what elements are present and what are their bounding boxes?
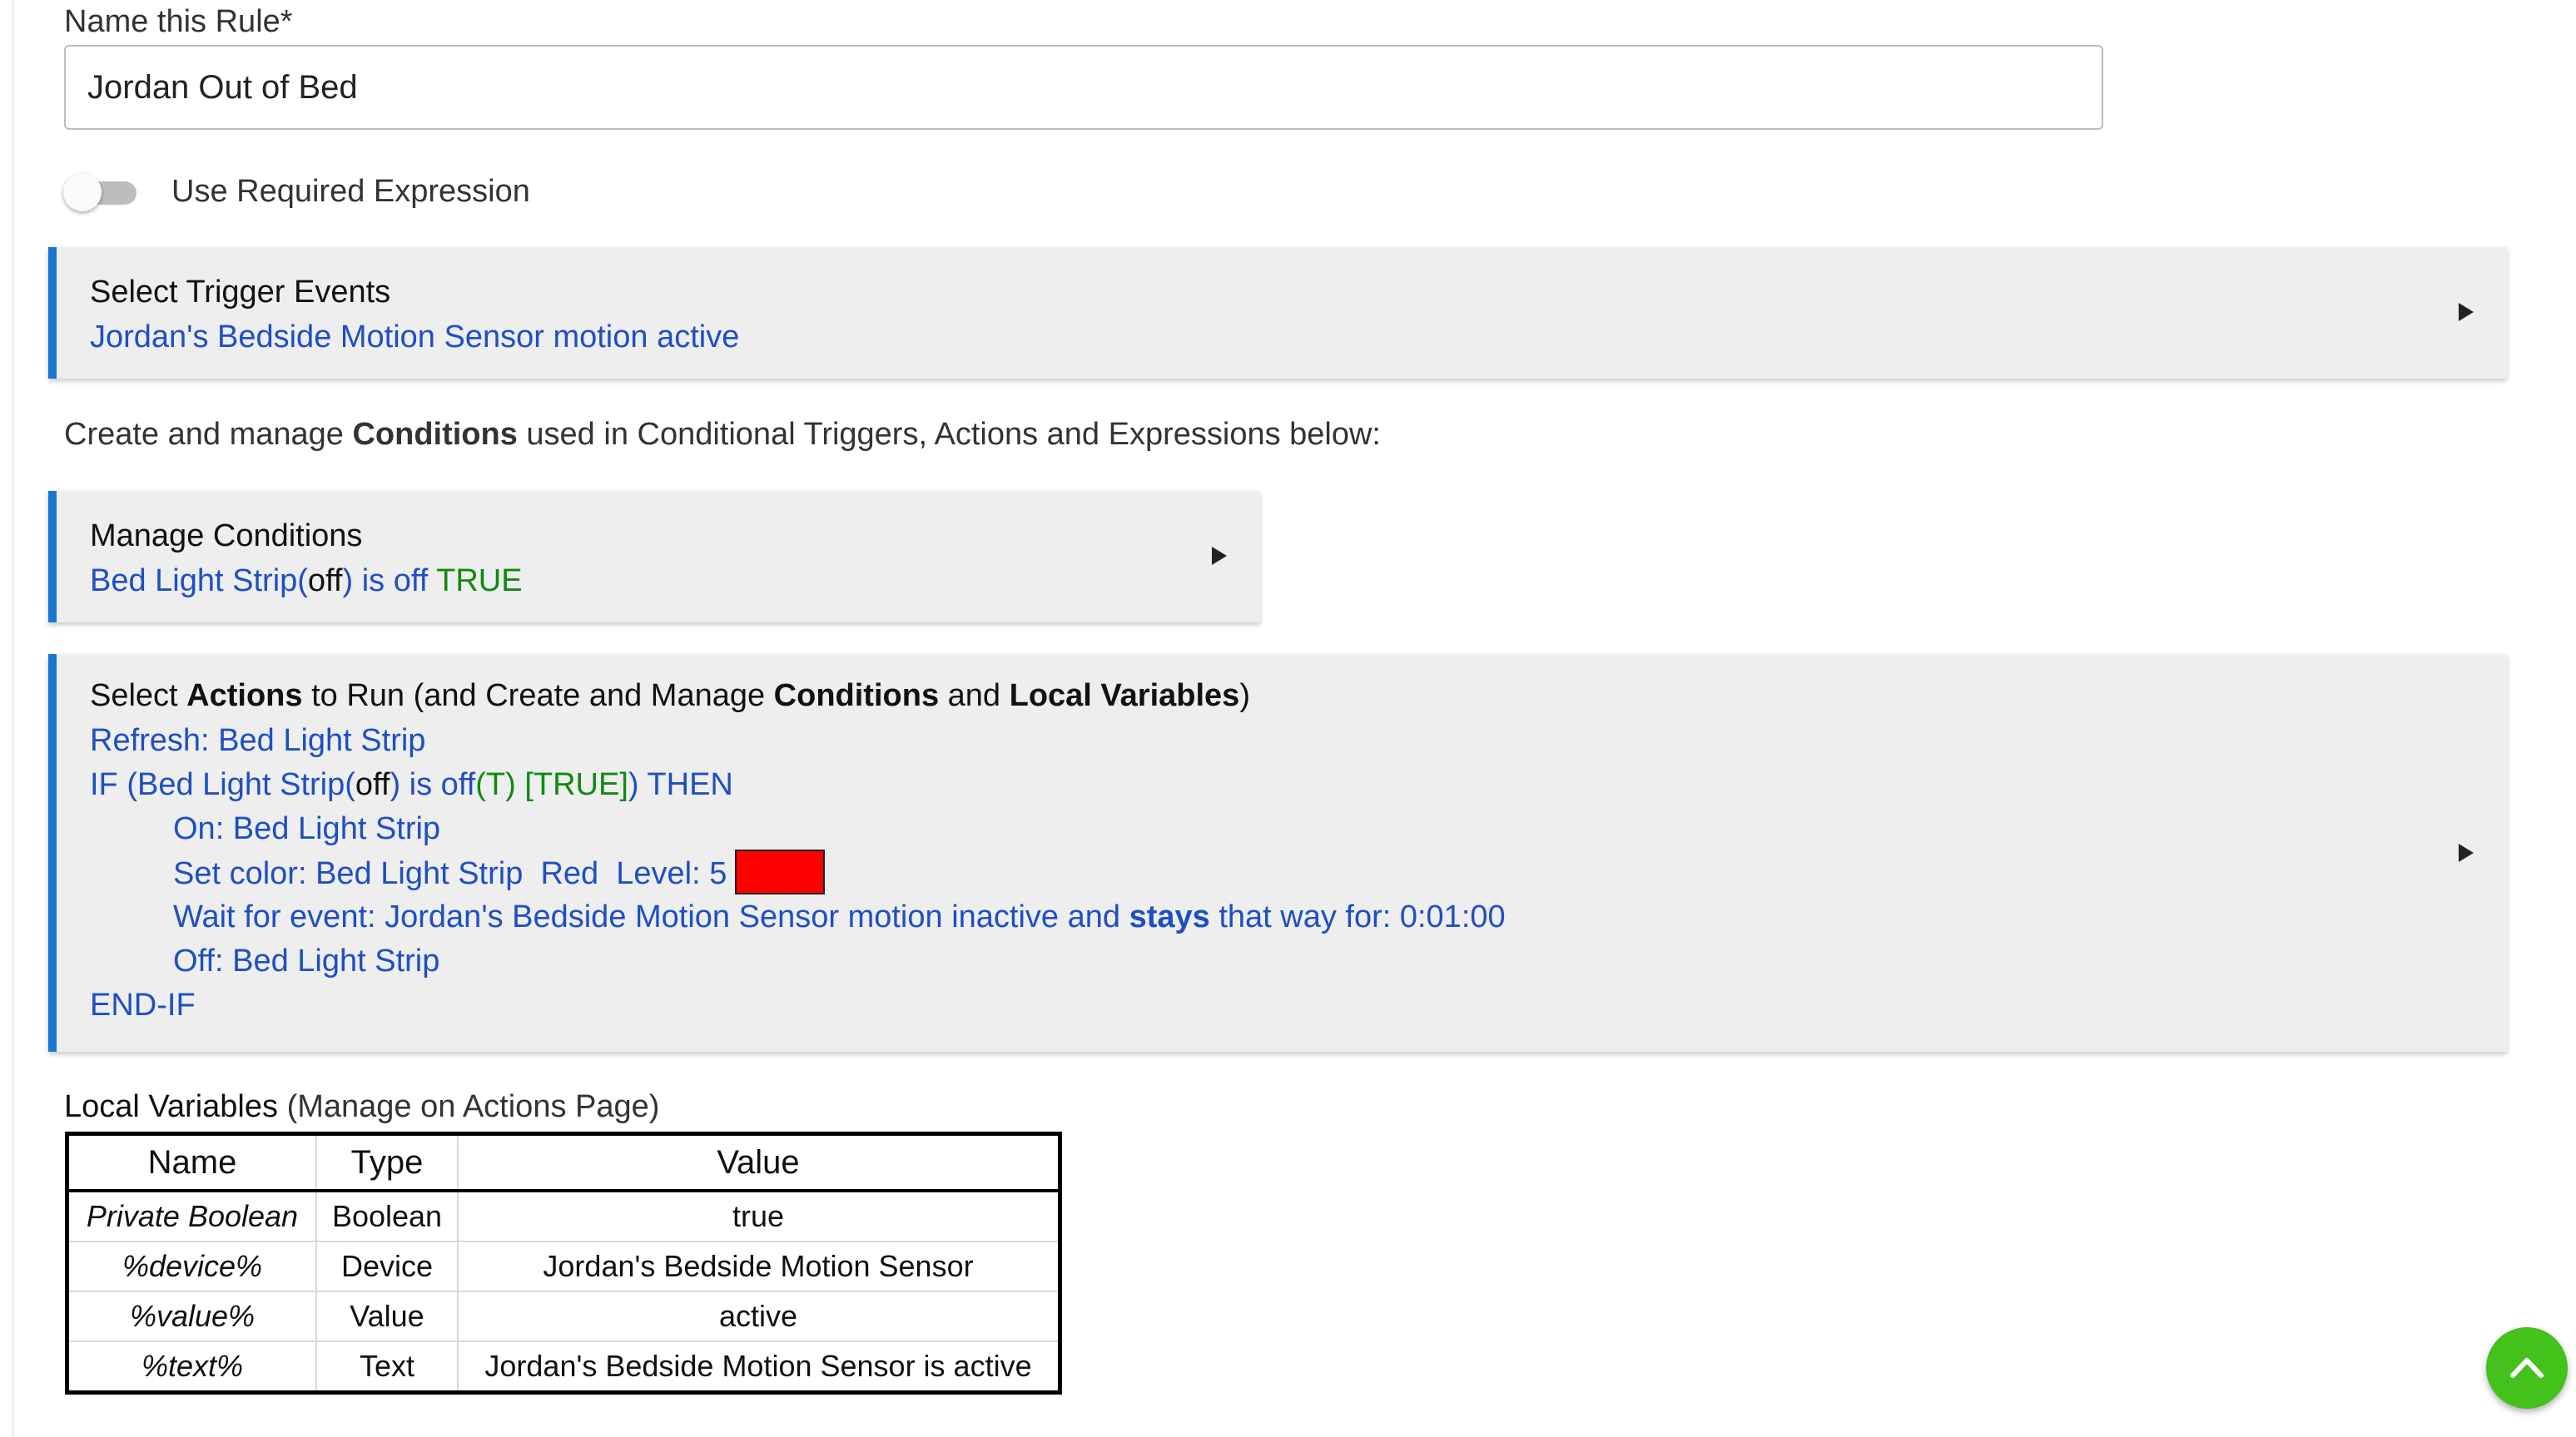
scroll-top-button[interactable] [2486, 1327, 2568, 1409]
condition-result: TRUE [436, 563, 523, 598]
var-value: Jordan's Bedside Motion Sensor is active [484, 1349, 1032, 1383]
trigger-events-panel[interactable]: Select Trigger Events Jordan's Bedside M… [48, 247, 2507, 379]
rule-name-input[interactable] [64, 45, 2103, 130]
if-post: ) THEN [628, 767, 733, 802]
local-variables-label: Local Variables (Manage on Actions Page) [64, 1087, 659, 1127]
rule-name-label: Name this Rule* [64, 4, 293, 39]
required-expression-toggle[interactable] [63, 173, 143, 211]
actions-title-mid2: and [939, 678, 1010, 713]
if-pre: IF (Bed Light Strip( [90, 767, 355, 802]
local-variables-table: Name Type Value Private Boolean Boolean … [65, 1132, 1062, 1395]
triangle-right-icon[interactable] [1212, 547, 1227, 565]
lv-label-suffix: (Manage on Actions Page) [278, 1089, 660, 1124]
action-wait: Wait for event: Jordan's Bedside Motion … [173, 897, 1506, 937]
var-value: Jordan's Bedside Motion Sensor [458, 1241, 1060, 1292]
actions-title-conditions: Conditions [773, 678, 940, 713]
table-row: %device% Device Jordan's Bedside Motion … [67, 1241, 1060, 1292]
condition-mid: ) is off [342, 563, 437, 598]
actions-title: Select Actions to Run (and Create and Ma… [90, 676, 1250, 716]
wait-post: that way for: 0:01:00 [1209, 899, 1506, 934]
actions-title-pre: Select [90, 678, 187, 713]
triangle-right-icon[interactable] [2459, 844, 2474, 862]
var-name: %text% [67, 1341, 317, 1393]
wait-bold: stays [1129, 899, 1210, 934]
table-row: Private Boolean Boolean true [67, 1191, 1060, 1242]
header-type: Type [316, 1133, 459, 1192]
chevron-up-icon [2510, 1358, 2544, 1378]
page-left-border [12, 0, 14, 1437]
actions-title-post: ) [1239, 678, 1250, 713]
manage-conditions-title: Manage Conditions [90, 518, 363, 553]
if-mid: ) is off [390, 767, 476, 802]
table-row: %text% Text Jordan's Bedside Motion Sens… [67, 1341, 1060, 1393]
action-off: Off: Bed Light Strip [173, 944, 440, 979]
conditions-intro-text: Create and manage Conditions used in Con… [64, 414, 1381, 454]
intro-pre: Create and manage [64, 417, 353, 452]
color-swatch [735, 850, 826, 894]
action-set-color: Set color: Bed Light Strip Red Level: 5 [173, 850, 826, 898]
triangle-right-icon[interactable] [2459, 303, 2474, 321]
var-name: %device% [67, 1241, 317, 1292]
table-header-row: Name Type Value [67, 1133, 1060, 1192]
lv-label-main: Local Variables [64, 1089, 279, 1124]
intro-post: used in Conditional Triggers, Actions an… [517, 417, 1381, 452]
conditions-summary: Bed Light Strip(off) is off TRUE [90, 561, 523, 601]
var-value: true [458, 1191, 1060, 1242]
action-refresh: Refresh: Bed Light Strip [90, 723, 426, 758]
required-expression-label: Use Required Expression [171, 174, 530, 209]
var-type: Text [316, 1341, 459, 1393]
var-type: Value [316, 1291, 459, 1342]
set-color-text: Set color: Bed Light Strip Red Level: 5 [173, 856, 727, 892]
if-state: off [355, 767, 390, 802]
action-if: IF (Bed Light Strip(off) is off(T) [TRUE… [90, 765, 733, 805]
wait-pre: Wait for event: Jordan's Bedside Motion … [173, 899, 1129, 934]
condition-device: Bed Light Strip( [90, 563, 308, 598]
actions-title-mid1: to Run (and Create and Manage [302, 678, 774, 713]
trigger-events-title: Select Trigger Events [90, 275, 391, 310]
actions-panel[interactable]: Select Actions to Run (and Create and Ma… [48, 654, 2507, 1052]
toggle-knob [63, 173, 102, 211]
var-type: Boolean [316, 1191, 459, 1242]
action-end-if: END-IF [90, 988, 196, 1023]
var-name: Private Boolean [67, 1191, 317, 1242]
header-value: Value [458, 1133, 1060, 1192]
if-true: (T) [TRUE] [475, 767, 628, 802]
var-name: %value% [67, 1291, 317, 1342]
var-value: active [458, 1291, 1060, 1342]
action-on: On: Bed Light Strip [173, 811, 441, 846]
table-row: %value% Value active [67, 1291, 1060, 1342]
manage-conditions-panel[interactable]: Manage Conditions Bed Light Strip(off) i… [48, 491, 1260, 622]
actions-title-local-variables: Local Variables [1009, 678, 1240, 713]
condition-state: off [307, 563, 343, 598]
intro-bold: Conditions [352, 417, 518, 452]
actions-title-actions: Actions [186, 678, 303, 713]
var-type: Device [316, 1241, 459, 1292]
header-name: Name [67, 1133, 317, 1192]
trigger-events-summary: Jordan's Bedside Motion Sensor motion ac… [90, 320, 740, 354]
